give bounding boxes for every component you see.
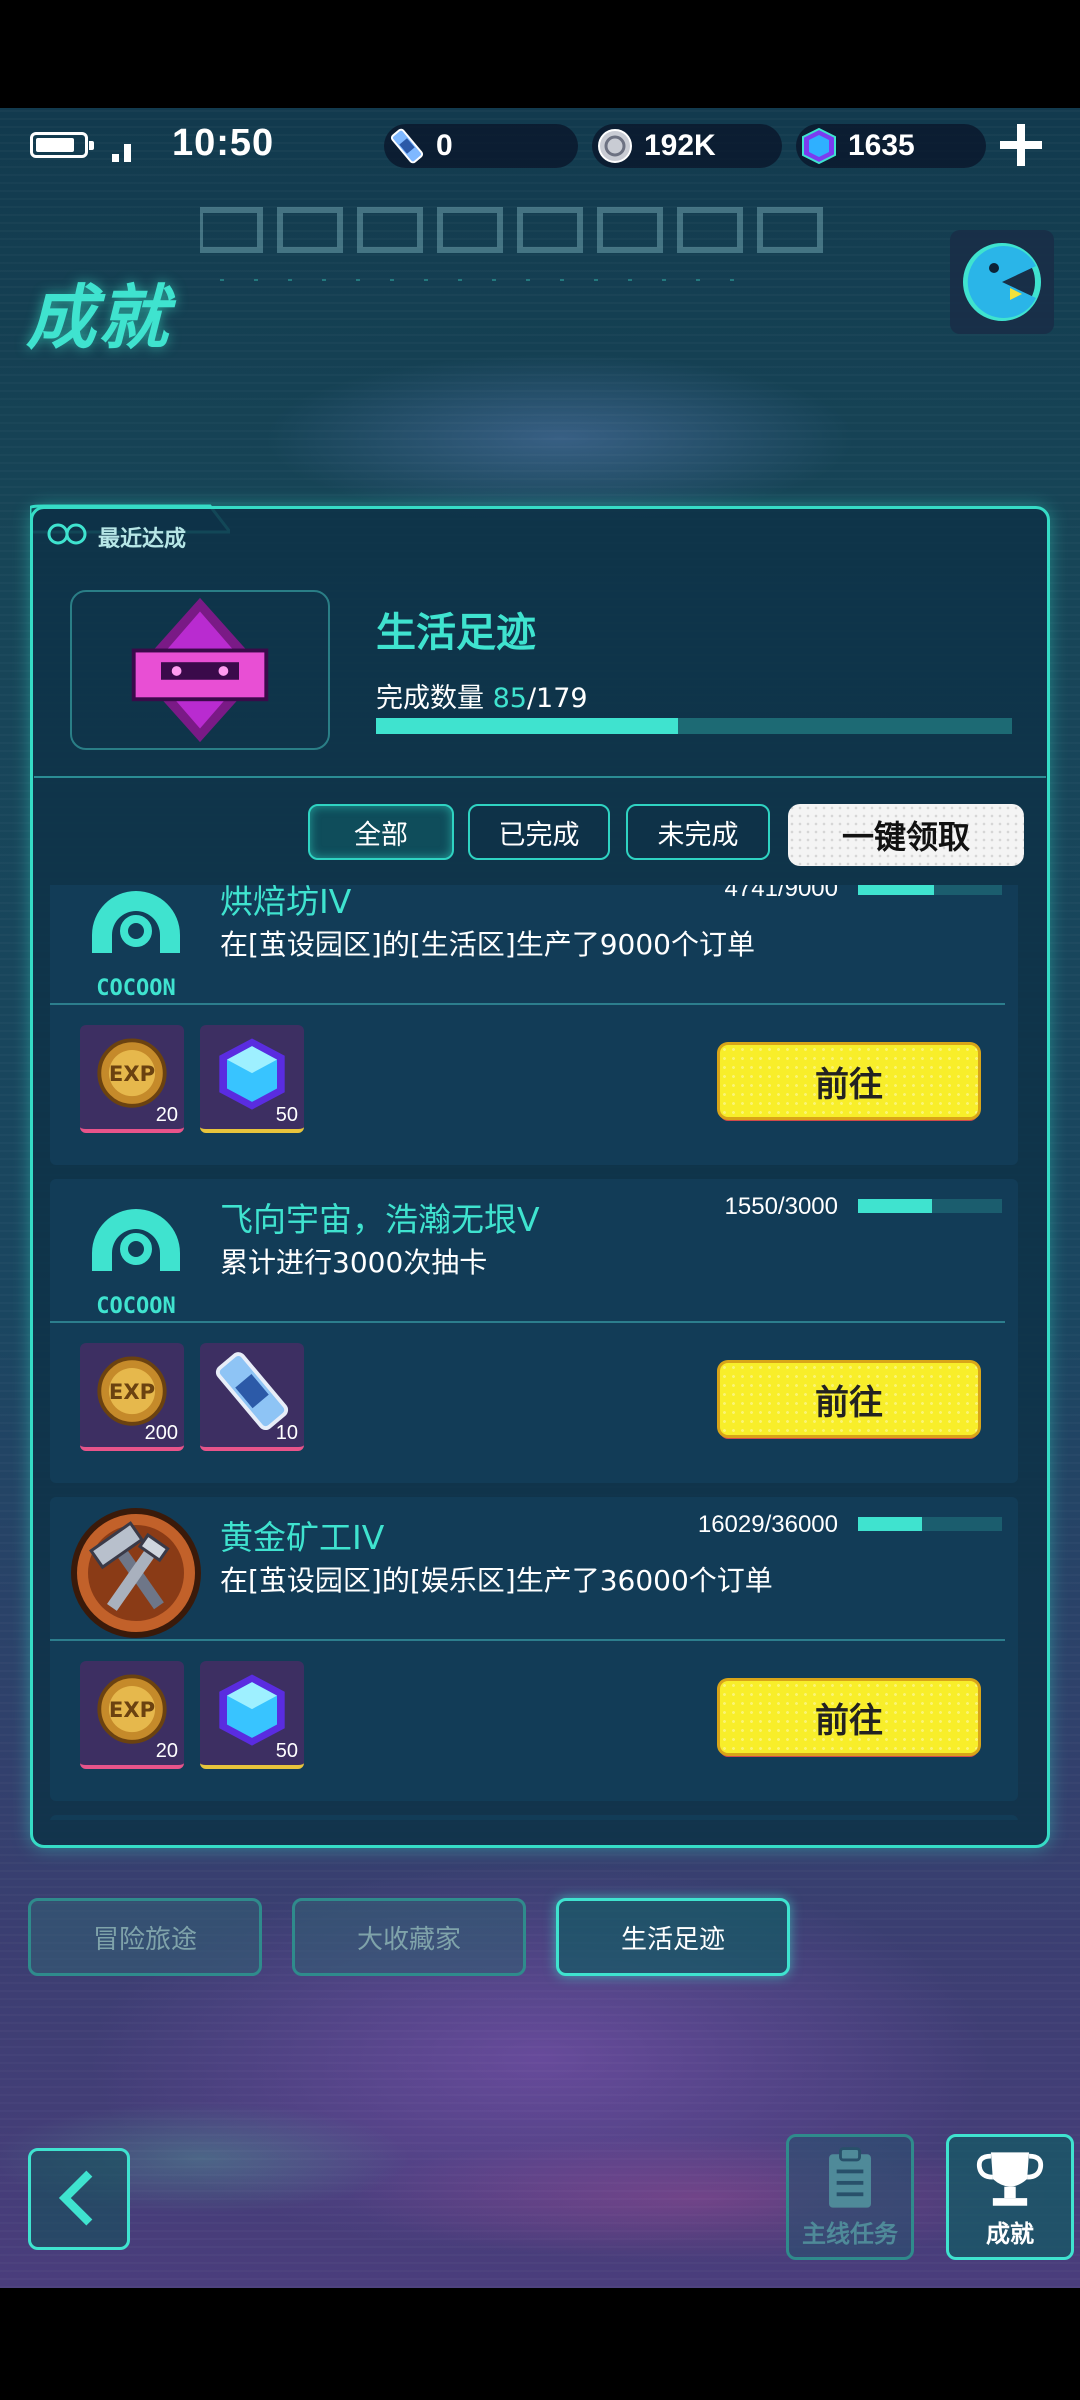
reward-exp[interactable]: EXP 200	[80, 1343, 184, 1451]
completion-progress-bar	[376, 718, 1012, 734]
achievement-desc: 累计进行3000次抽卡	[220, 1246, 488, 1279]
category-tab-adventure[interactable]: 冒险旅途	[28, 1898, 262, 1976]
go-button[interactable]: 前往	[720, 1363, 978, 1435]
trophy-icon	[976, 2152, 1044, 2206]
back-button[interactable]	[28, 2148, 130, 2250]
hammer-wrench-icon	[71, 1508, 201, 1638]
go-button[interactable]: 前往	[720, 1681, 978, 1753]
cocoon-logo-text: COCOON	[96, 976, 175, 1001]
achievement-progress-text: 16029/36000	[697, 1511, 838, 1538]
achievement-desc: 在[茧设园区]的[生活区]生产了9000个订单	[220, 928, 755, 961]
reward-gem[interactable]: 50	[200, 1025, 304, 1133]
coin-count: 192K	[644, 129, 716, 162]
achievement-progress-bar	[858, 1199, 1002, 1213]
achievement-title: 飞向宇宙，浩瀚无垠V	[220, 1200, 540, 1239]
coin-icon	[598, 129, 632, 163]
reward-exp[interactable]: EXP 20	[80, 1025, 184, 1133]
achievement-progress-fill	[858, 1199, 933, 1213]
title-decoration	[200, 207, 823, 281]
featured-badge-frame	[70, 590, 330, 750]
cocoon-logo-icon: COCOON	[92, 891, 180, 1001]
completion-count: 完成数量 85/179	[376, 676, 588, 715]
pacman-avatar-icon	[963, 243, 1041, 321]
category-tab-collector[interactable]: 大收藏家	[292, 1898, 526, 1976]
coin-counter[interactable]: 192K	[592, 124, 782, 168]
reward-qty: 50	[275, 1740, 298, 1762]
svg-text:EXP: EXP	[109, 1061, 155, 1086]
cassette-badge-icon	[131, 597, 269, 743]
achievement-progress-text: 1550/3000	[724, 1193, 838, 1220]
category-tab-life[interactable]: 生活足迹	[556, 1898, 790, 1976]
achievement-desc: 在[茧设园区]的[娱乐区]生产了36000个订单	[220, 1564, 773, 1597]
reward-ticket[interactable]: 10	[200, 1343, 304, 1451]
signal-icon	[112, 142, 136, 162]
achievement-progress-text: 4741/9000	[724, 885, 838, 902]
reward-qty: 10	[275, 1422, 298, 1444]
featured-achievement-name: 生活足迹	[376, 610, 536, 656]
tab-completed[interactable]: 已完成	[468, 804, 610, 860]
ticket-counter[interactable]: 0	[384, 124, 578, 168]
completion-progress-fill	[376, 718, 679, 734]
count-current: 85	[492, 683, 527, 714]
nav-main-quest[interactable]: 主线任务	[786, 2134, 914, 2260]
ticket-icon	[390, 128, 424, 164]
clock: 10:50	[172, 122, 275, 164]
count-label: 完成数量	[376, 683, 484, 714]
card-divider	[50, 1639, 1005, 1641]
reward-qty: 50	[275, 1104, 298, 1126]
gem-count: 1635	[848, 129, 915, 162]
achievement-title: 黄金矿工IV	[220, 1518, 385, 1557]
achievement-card: 黄金矿工IV 在[茧设园区]的[娱乐区]生产了36000个订单 16029/36…	[50, 1497, 1018, 1801]
achievement-card-partial	[50, 1815, 1018, 1820]
recent-label: 最近达成	[98, 527, 187, 552]
reward-gem[interactable]: 50	[200, 1661, 304, 1769]
nav-label: 主线任务	[802, 2220, 898, 2248]
profile-button[interactable]	[950, 230, 1054, 334]
achievement-title: 烘焙坊IV	[220, 885, 352, 921]
go-button[interactable]: 前往	[720, 1045, 978, 1117]
tab-incomplete[interactable]: 未完成	[626, 804, 770, 860]
cocoon-logo-text: COCOON	[96, 1294, 175, 1319]
claim-all-button[interactable]: 一键领取	[788, 804, 1024, 866]
nav-achievements[interactable]: 成就	[946, 2134, 1074, 2260]
svg-text:EXP: EXP	[109, 1379, 155, 1404]
achievement-progress-bar	[858, 885, 1002, 895]
gem-counter[interactable]: 1635	[796, 124, 986, 168]
page-title: 成就	[26, 277, 170, 359]
svg-text:EXP: EXP	[109, 1697, 155, 1722]
battery-icon	[30, 132, 94, 158]
reward-exp[interactable]: EXP 20	[80, 1661, 184, 1769]
system-nav-bar	[0, 2290, 1080, 2400]
cocoon-small-icon	[47, 523, 87, 545]
add-currency-button[interactable]	[996, 120, 1046, 170]
achievement-progress-fill	[858, 1517, 923, 1531]
achievement-card: COCOON 飞向宇宙，浩瀚无垠V 累计进行3000次抽卡 1550/3000 …	[50, 1179, 1018, 1483]
reward-qty: 20	[155, 1740, 178, 1762]
achievement-progress-bar	[858, 1517, 1002, 1531]
achievement-progress-fill	[858, 885, 934, 895]
achievement-card: COCOON 烘焙坊IV 在[茧设园区]的[生活区]生产了9000个订单 474…	[50, 885, 1018, 1165]
panel-divider	[34, 776, 1046, 778]
clipboard-icon	[829, 2147, 871, 2208]
count-total: /179	[526, 683, 588, 714]
reward-qty: 200	[144, 1422, 178, 1444]
card-divider	[50, 1003, 1005, 1005]
nav-label: 成就	[986, 2220, 1034, 2248]
ticket-count: 0	[436, 129, 453, 162]
achievement-list[interactable]: COCOON 烘焙坊IV 在[茧设园区]的[生活区]生产了9000个订单 474…	[50, 885, 1020, 1820]
chevron-left-icon	[58, 2170, 93, 2226]
tab-all[interactable]: 全部	[308, 804, 454, 860]
cocoon-logo-icon: COCOON	[92, 1209, 180, 1319]
card-divider	[50, 1321, 1005, 1323]
reward-qty: 20	[155, 1104, 178, 1126]
gem-icon	[802, 127, 836, 165]
